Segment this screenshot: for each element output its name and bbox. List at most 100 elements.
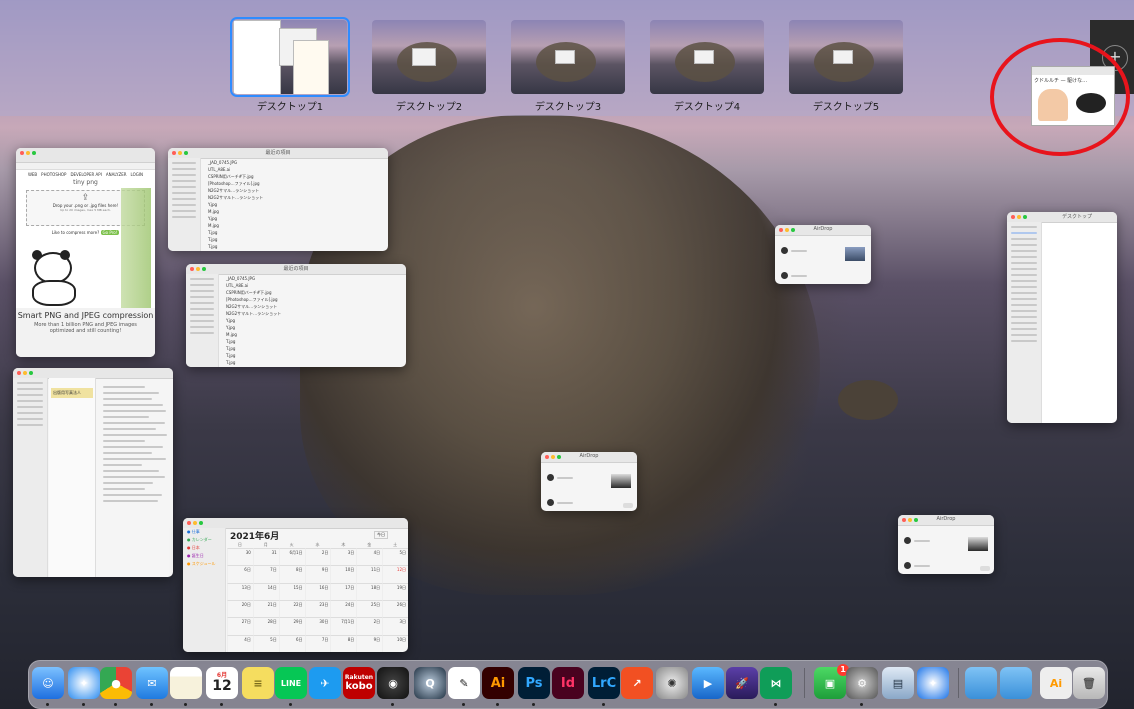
calendar-day-cell[interactable]: 28日 bbox=[252, 617, 279, 635]
indesign-icon[interactable]: Id bbox=[552, 667, 584, 699]
space-thumbnail-3[interactable] bbox=[511, 20, 625, 94]
today-button[interactable]: 今日 bbox=[374, 531, 388, 539]
finder-file-row[interactable]: N2G2サマル…ランショット bbox=[222, 303, 285, 310]
finder-window-desktop[interactable]: デスクトップ bbox=[1007, 212, 1117, 423]
calendar-day-cell[interactable]: 2日 bbox=[356, 617, 383, 635]
calendar-day-cell[interactable]: 30日 bbox=[304, 617, 331, 635]
calendar-window[interactable]: ● 仕事 ● カレンダー ● 日本 ● 誕生日 ● スケジュール 2021年6月 今日 … bbox=[183, 518, 408, 652]
space-thumbnail-5[interactable] bbox=[789, 20, 903, 94]
twitter-icon[interactable]: ✈ bbox=[309, 667, 341, 699]
calendar-day-cell[interactable]: 9日 bbox=[356, 634, 383, 652]
nav-photoshop[interactable]: PHOTOSHOP bbox=[41, 172, 66, 177]
calendar-icon[interactable]: 6月 12 bbox=[206, 667, 238, 699]
calendar-day-cell[interactable]: 20日 bbox=[227, 600, 253, 618]
facetime-icon[interactable]: ▣ 1 bbox=[814, 664, 849, 699]
calendar-day-cell[interactable]: 5日 bbox=[382, 548, 408, 566]
finder-file-row[interactable]: [Photoshop…ファイル].jpg bbox=[222, 296, 285, 303]
finder-file-row[interactable]: _JAD_0745.JPG bbox=[222, 275, 285, 282]
finder-window-recents-2[interactable]: 最近の項目 _JAD_0745.JPG UTL_A8E.ai CSPRIN用バーチ#… bbox=[186, 264, 406, 367]
folder-icon[interactable] bbox=[965, 667, 997, 699]
finder-file-row[interactable]: T.jpg bbox=[222, 359, 285, 366]
trash-icon[interactable]: 🗑 bbox=[1073, 667, 1105, 699]
finder-file-row[interactable]: Y.jpg bbox=[204, 215, 267, 222]
nav-analyzer[interactable]: ANALYZER bbox=[106, 172, 127, 177]
safari-icon[interactable]: ✦ bbox=[68, 667, 100, 699]
finder-file-row[interactable]: _JAD_0745.JPG bbox=[204, 159, 267, 166]
calendar-day-cell[interactable]: 14日 bbox=[252, 582, 279, 600]
airdrop-window-3[interactable]: AirDrop bbox=[898, 515, 994, 574]
finder-file-row[interactable]: N2G2サマルト…ランショット bbox=[204, 194, 267, 201]
calendar-day-cell[interactable]: 25日 bbox=[356, 600, 383, 618]
finder-file-row[interactable]: T.jpg bbox=[222, 338, 285, 345]
grapher-icon[interactable]: ↗ bbox=[621, 667, 653, 699]
finder-file-row[interactable]: T.jpg bbox=[204, 243, 267, 250]
finder-file-row[interactable]: T.jpg bbox=[222, 366, 285, 367]
clip-studio-icon[interactable]: ✎ bbox=[448, 667, 480, 699]
illustrator-file-icon[interactable]: Ai bbox=[1040, 667, 1072, 699]
space-label-5[interactable]: デスクトップ5 bbox=[781, 98, 911, 113]
space-label-2[interactable]: デスクトップ2 bbox=[364, 98, 494, 113]
calendar-day-cell[interactable]: 30 bbox=[227, 548, 253, 566]
finder-file-row[interactable]: [Photoshop…ファイル].jpg bbox=[204, 180, 267, 187]
calendar-day-cell[interactable]: 17日 bbox=[330, 582, 357, 600]
finder-file-row[interactable]: N2G2サマルト…ランショット bbox=[222, 310, 285, 317]
lightroom-icon[interactable]: LrC bbox=[588, 667, 620, 699]
calendar-day-cell[interactable]: 7月1日 bbox=[330, 617, 357, 635]
calendar-day-cell[interactable]: 4日 bbox=[356, 548, 383, 566]
airdrop-window-2[interactable]: AirDrop bbox=[541, 452, 637, 511]
quicktime-icon[interactable]: Q bbox=[414, 667, 446, 699]
space-thumbnail-4[interactable] bbox=[650, 20, 764, 94]
monitor-icon[interactable]: ⋈ bbox=[760, 667, 792, 699]
finder-file-row[interactable]: T.jpg bbox=[222, 345, 285, 352]
airdrop-done-button[interactable] bbox=[980, 566, 990, 571]
finder-file-row[interactable]: CSPRIN用バーチ#下.jpg bbox=[204, 173, 267, 180]
calendar-day-cell[interactable]: 8日 bbox=[330, 634, 357, 652]
calendar-day-cell[interactable]: 3日 bbox=[330, 548, 357, 566]
calendar-day-cell[interactable]: 12日 bbox=[382, 565, 408, 583]
calendar-day-cell[interactable]: 3日 bbox=[382, 617, 408, 635]
note-item-selected[interactable]: 出版用写真法人 bbox=[51, 388, 93, 398]
finder-file-row[interactable]: M.jpg bbox=[204, 208, 267, 215]
calendar-day-cell[interactable]: 26日 bbox=[382, 600, 408, 618]
photoshop-icon[interactable]: Ps bbox=[518, 667, 550, 699]
space-label-1[interactable]: デスクトップ1 bbox=[225, 98, 355, 113]
finder-file-row[interactable]: T.jpg bbox=[204, 229, 267, 236]
stickies-icon[interactable]: ≡ bbox=[242, 667, 274, 699]
calendar-day-cell[interactable]: 31 bbox=[252, 548, 279, 566]
system-preferences-icon[interactable]: ⚙ bbox=[846, 667, 878, 699]
calendar-day-cell[interactable]: 27日 bbox=[227, 617, 253, 635]
calendar-day-cell[interactable]: 6日 bbox=[278, 634, 305, 652]
calendar-day-cell[interactable]: 24日 bbox=[330, 600, 357, 618]
airdrop-window-1[interactable]: AirDrop bbox=[775, 225, 871, 284]
finder-icon[interactable]: ☺ bbox=[32, 667, 64, 699]
calendar-day-cell[interactable]: 11日 bbox=[356, 565, 383, 583]
finder-file-row[interactable]: UTL_A8E.ai bbox=[204, 166, 267, 173]
calendar-day-cell[interactable]: 4日 bbox=[227, 634, 253, 652]
finder-file-row[interactable]: CSPRIN用バーチ#下.jpg bbox=[222, 289, 285, 296]
calendar-day-cell[interactable]: 29日 bbox=[278, 617, 305, 635]
space-thumbnail-2[interactable] bbox=[372, 20, 486, 94]
finder-file-row[interactable]: M.jpg bbox=[222, 331, 285, 338]
finder-file-row[interactable]: T.jpg bbox=[222, 352, 285, 359]
calendar-day-cell[interactable]: 7日 bbox=[304, 634, 331, 652]
finder-file-row[interactable]: M.jpg bbox=[204, 222, 267, 229]
space-thumbnail-1[interactable] bbox=[230, 17, 350, 97]
nav-web[interactable]: WEB bbox=[28, 172, 37, 177]
calendar-day-cell[interactable]: 15日 bbox=[278, 582, 305, 600]
line-icon[interactable]: LINE bbox=[275, 667, 307, 699]
nav-api[interactable]: DEVELOPER API bbox=[70, 172, 101, 177]
finder-file-row[interactable]: Y.jpg bbox=[222, 317, 285, 324]
calendar-day-cell[interactable]: 6日 bbox=[227, 565, 253, 583]
calendar-day-cell[interactable]: 5日 bbox=[252, 634, 279, 652]
preview-icon[interactable]: ▤ bbox=[882, 667, 914, 699]
calendar-day-cell[interactable]: 10日 bbox=[330, 565, 357, 583]
mail-icon[interactable]: ✉ bbox=[136, 667, 168, 699]
calendar-day-cell[interactable]: 8日 bbox=[278, 565, 305, 583]
go-pro-button[interactable]: Go Pro! bbox=[100, 230, 120, 235]
notes-window[interactable]: 出版用写真法人 bbox=[13, 368, 173, 577]
safari-window-tinypng[interactable]: WEB PHOTOSHOP DEVELOPER API ANALYZER LOG… bbox=[16, 148, 155, 357]
mixer-icon[interactable]: ✺ bbox=[656, 667, 688, 699]
folder-icon[interactable] bbox=[1000, 667, 1032, 699]
finder-file-row[interactable]: Y.jpg bbox=[204, 201, 267, 208]
calendar-day-cell[interactable]: 22日 bbox=[278, 600, 305, 618]
